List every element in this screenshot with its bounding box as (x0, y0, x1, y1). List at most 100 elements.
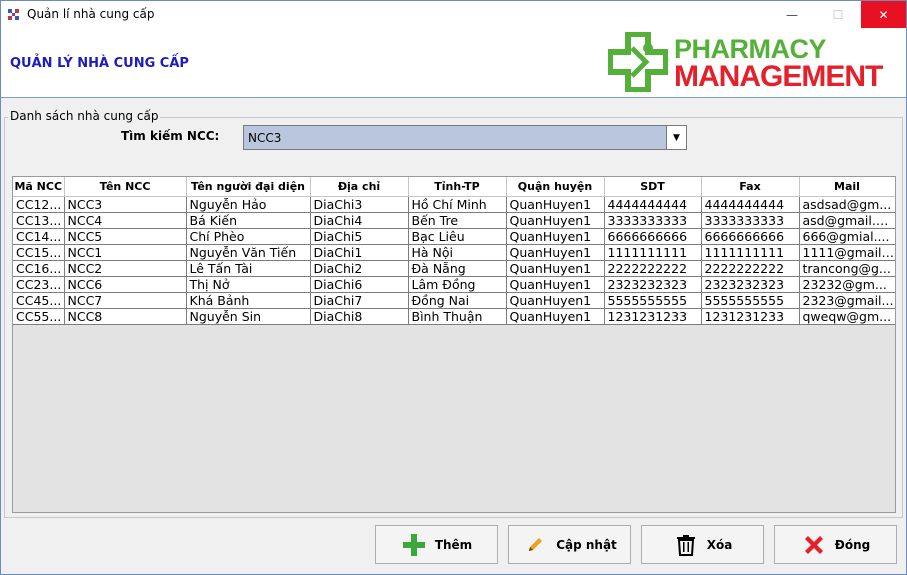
table-cell[interactable]: DiaChi2 (310, 260, 409, 277)
add-button[interactable]: Thêm (375, 525, 498, 564)
table-cell[interactable]: CC15... (13, 244, 65, 261)
table-cell[interactable]: Khá Bảnh (186, 292, 311, 309)
minimize-button[interactable]: — (769, 1, 815, 28)
table-cell[interactable]: Lê Tấn Tài (186, 260, 311, 277)
table-cell[interactable]: Đà Nẵng (408, 260, 507, 277)
table-cell[interactable]: qweqw@gm... (799, 308, 895, 325)
table-cell[interactable]: DiaChi5 (310, 228, 409, 245)
search-combobox[interactable]: NCC3 ▼ (243, 125, 687, 150)
table-cell[interactable]: QuanHuyen1 (506, 196, 605, 213)
table-cell[interactable]: 4444444444 (701, 196, 800, 213)
table-cell[interactable]: Hồ Chí Minh (408, 196, 507, 213)
table-cell[interactable]: Bến Tre (408, 212, 507, 229)
table-cell[interactable]: Nguyễn Văn Tiến (186, 244, 311, 261)
table-cell[interactable]: Thị Nở (186, 276, 311, 293)
column-header-nguoi-dai-dien[interactable]: Tên người đại diện (186, 177, 311, 197)
table-cell[interactable]: DiaChi3 (310, 196, 409, 213)
table-cell[interactable]: NCC2 (64, 260, 187, 277)
table-cell[interactable]: Nguyễn Hảo (186, 196, 311, 213)
table-cell[interactable]: Đồng Nai (408, 292, 507, 309)
table-cell[interactable]: 23232@gm... (799, 276, 895, 293)
table-cell[interactable]: asdsad@gm... (799, 196, 895, 213)
column-header-fax[interactable]: Fax (701, 177, 800, 197)
column-header-dia-chi[interactable]: Địa chỉ (310, 177, 409, 197)
table-cell[interactable]: 2323232323 (701, 276, 800, 293)
table-cell[interactable]: NCC6 (64, 276, 187, 293)
column-header-ma-ncc[interactable]: Mã NCC (13, 177, 65, 197)
table-cell[interactable]: 1231231233 (701, 308, 800, 325)
table-cell[interactable]: 6666666666 (604, 228, 702, 245)
table-cell[interactable]: asd@gmail.c... (799, 212, 895, 229)
table-cell[interactable]: CC45... (13, 292, 65, 309)
table-cell[interactable]: CC13... (13, 212, 65, 229)
table-cell[interactable]: QuanHuyen1 (506, 228, 605, 245)
table-cell[interactable]: 3333333333 (604, 212, 702, 229)
table-cell[interactable]: Chí Phèo (186, 228, 311, 245)
table-cell[interactable]: Bình Thuận (408, 308, 507, 325)
table-cell[interactable]: 5555555555 (701, 292, 800, 309)
table-cell[interactable]: 2222222222 (604, 260, 702, 277)
close-window-button[interactable]: ✕ (861, 1, 906, 28)
table-cell[interactable]: CC55... (13, 308, 65, 325)
delete-button[interactable]: Xóa (641, 525, 764, 564)
table-cell[interactable]: DiaChi7 (310, 292, 409, 309)
table-cell[interactable]: NCC5 (64, 228, 187, 245)
table-cell[interactable]: 2222222222 (701, 260, 800, 277)
table-cell[interactable]: 6666666666 (701, 228, 800, 245)
chevron-down-icon[interactable]: ▼ (666, 126, 686, 149)
table-cell[interactable]: Bá Kiến (186, 212, 311, 229)
table-row[interactable]: CC15... NCC1 Nguyễn Văn Tiến DiaChi1 Hà Nội Q… (13, 244, 895, 261)
table-cell[interactable]: Nguyễn Sin (186, 308, 311, 325)
table-row[interactable]: CC55... NCC8 Nguyễn Sin DiaChi8 Bình Thuận Qu… (13, 308, 895, 325)
column-header-mail[interactable]: Mail (799, 177, 895, 197)
table-cell[interactable]: CC12... (13, 196, 65, 213)
table-cell[interactable]: NCC3 (64, 196, 187, 213)
table-cell[interactable]: CC23... (13, 276, 65, 293)
column-header-tinh-tp[interactable]: Tỉnh-TP (408, 177, 507, 197)
table-cell[interactable]: Hà Nội (408, 244, 507, 261)
table-cell[interactable]: 4444444444 (604, 196, 702, 213)
table-cell[interactable]: NCC4 (64, 212, 187, 229)
table-cell[interactable]: 1231231233 (604, 308, 702, 325)
table-cell[interactable]: 2323232323 (604, 276, 702, 293)
table-cell[interactable]: Lâm Đồng (408, 276, 507, 293)
table-row[interactable]: CC13... NCC4 Bá Kiến DiaChi4 Bến Tre QuanHuye… (13, 212, 895, 229)
table-cell[interactable]: 1111111111 (604, 244, 702, 261)
column-header-ten-ncc[interactable]: Tên NCC (64, 177, 187, 197)
table-cell[interactable]: 1111111111 (701, 244, 800, 261)
table-cell[interactable]: Bạc Liêu (408, 228, 507, 245)
table-row[interactable]: CC12... NCC3 Nguyễn Hảo DiaChi3 Hồ Chí Minh Q… (13, 196, 895, 213)
column-header-sdt[interactable]: SDT (604, 177, 702, 197)
table-cell[interactable]: QuanHuyen1 (506, 276, 605, 293)
table-row[interactable]: CC14... NCC5 Chí Phèo DiaChi5 Bạc Liêu QuanHu… (13, 228, 895, 245)
table-cell[interactable]: 5555555555 (604, 292, 702, 309)
table-cell[interactable]: CC14... (13, 228, 65, 245)
table-cell[interactable]: DiaChi1 (310, 244, 409, 261)
table-cell[interactable]: NCC1 (64, 244, 187, 261)
table-cell[interactable]: CC16... (13, 260, 65, 277)
supplier-table[interactable]: Mã NCC Tên NCC Tên người đại diện Địa ch… (12, 176, 896, 513)
table-cell[interactable]: NCC7 (64, 292, 187, 309)
table-cell[interactable]: 666@gmial.... (799, 228, 895, 245)
table-cell[interactable]: QuanHuyen1 (506, 292, 605, 309)
update-button[interactable]: Cập nhật (508, 525, 631, 564)
table-cell[interactable]: QuanHuyen1 (506, 212, 605, 229)
table-cell[interactable]: NCC8 (64, 308, 187, 325)
plus-icon (401, 532, 427, 558)
table-cell[interactable]: 2323@gmail... (799, 292, 895, 309)
table-row[interactable]: CC23... NCC6 Thị Nở DiaChi6 Lâm Đồng QuanHuye… (13, 276, 895, 293)
table-cell[interactable]: DiaChi4 (310, 212, 409, 229)
table-cell[interactable]: DiaChi8 (310, 308, 409, 325)
column-header-quan-huyen[interactable]: Quận huyện (506, 177, 605, 197)
table-cell[interactable]: QuanHuyen1 (506, 308, 605, 325)
table-row[interactable]: CC16... NCC2 Lê Tấn Tài DiaChi2 Đà Nẵng QuanH… (13, 260, 895, 277)
table-cell[interactable]: 1111@gmail.... (799, 244, 895, 261)
table-cell[interactable]: trancong@g... (799, 260, 895, 277)
table-cell[interactable]: QuanHuyen1 (506, 260, 605, 277)
close-button[interactable]: Đóng (774, 525, 897, 564)
table-cell[interactable]: 3333333333 (701, 212, 800, 229)
table-cell[interactable]: DiaChi6 (310, 276, 409, 293)
table-row[interactable]: CC45... NCC7 Khá Bảnh DiaChi7 Đồng Nai QuanHu… (13, 292, 895, 309)
table-cell[interactable]: QuanHuyen1 (506, 244, 605, 261)
maximize-button[interactable]: ☐ (815, 1, 861, 28)
